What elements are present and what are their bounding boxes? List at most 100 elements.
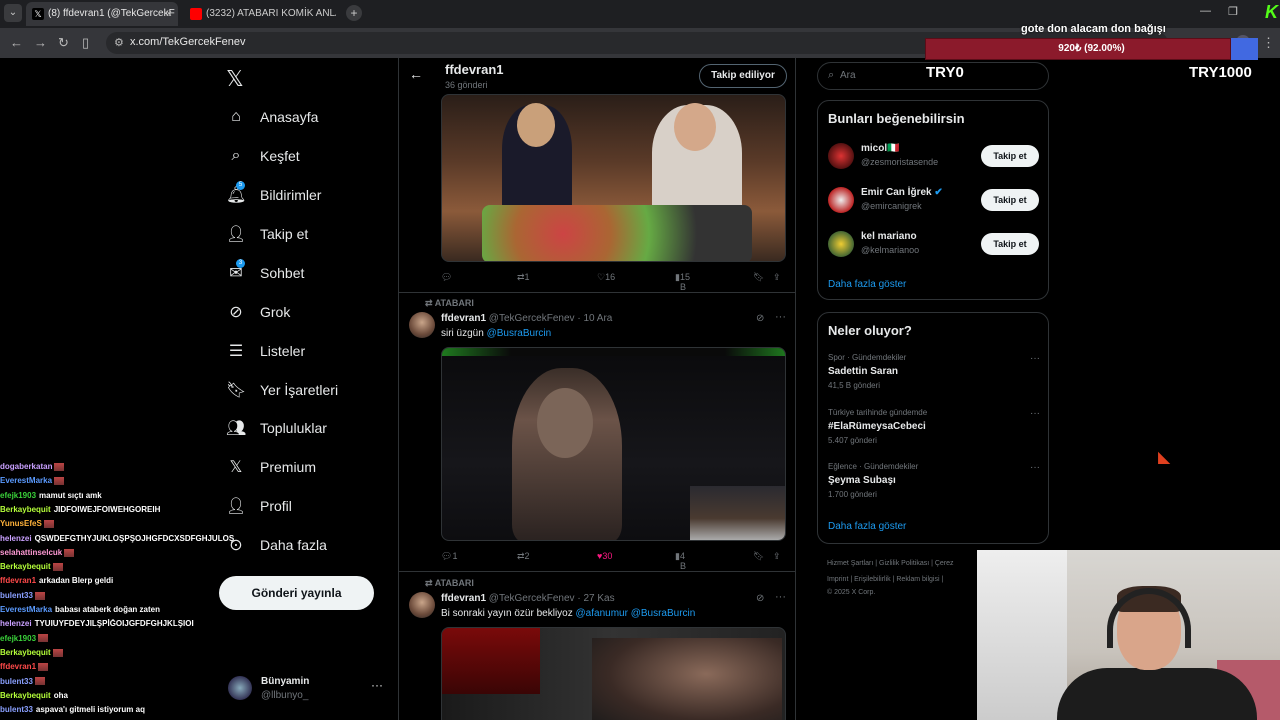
post-button[interactable]: Gönderi yayınla <box>219 576 374 610</box>
trend-item[interactable]: Türkiye tarihinde gündemde #ElaRümeysaCe… <box>828 408 1040 454</box>
views-button[interactable]: ▮ 15 B <box>675 272 690 292</box>
chat-username[interactable]: bulent33 <box>0 705 33 714</box>
restore-icon[interactable]: ❐ <box>1228 5 1238 18</box>
footer-links[interactable]: Hizmet Şartları | Gizlilik Politikası | … <box>827 560 954 567</box>
panel-title: Bunları beğenebilirsin <box>828 111 965 126</box>
reply-icon[interactable]: 💬︎ <box>441 272 452 283</box>
chat-username[interactable]: bulent33 <box>0 591 33 600</box>
close-tab-icon[interactable]: × <box>166 2 172 26</box>
repost-button[interactable]: ⇄ 2 <box>517 551 530 562</box>
more-dots-icon[interactable]: ··· <box>371 678 383 692</box>
trend-item[interactable]: Eğlence · Gündemdekiler Şeyma Subaşı 1.7… <box>828 462 1040 508</box>
chat-username[interactable]: Berkaybequit <box>0 691 51 700</box>
like-button[interactable]: ♡ 16 <box>597 272 615 283</box>
sidebar-item-bookmarks[interactable]: 🔖︎ Yer İşaretleri <box>226 375 338 405</box>
more-dots-icon[interactable]: ··· <box>775 591 786 603</box>
suggested-user[interactable]: Emir Can İğrek ✔ @emircanigrek Takip et <box>828 183 1040 217</box>
grok-icon[interactable]: ⊘ <box>756 313 764 324</box>
sidebar-item-label: Topluluklar <box>260 420 327 436</box>
sidebar-item-home[interactable]: ⌂ Anasayfa <box>226 102 318 132</box>
chat-username[interactable]: helenzei <box>0 534 32 543</box>
x-logo-icon[interactable]: 𝕏 <box>226 66 244 92</box>
tab-search-button[interactable]: ⌄ <box>4 4 22 22</box>
url-text[interactable]: x.com/TekGercekFenev <box>130 36 246 48</box>
minimize-icon[interactable]: — <box>1200 5 1211 17</box>
new-tab-button[interactable]: + <box>346 5 362 21</box>
sidebar-item-follow[interactable]: 👤︎ Takip et <box>226 219 308 249</box>
following-button[interactable]: Takip ediliyor <box>699 64 787 88</box>
back-arrow-icon[interactable]: ← <box>409 66 423 82</box>
sidebar-item-lists[interactable]: ☰ Listeler <box>226 336 305 366</box>
sidebar-item-more[interactable]: ⊙ Daha fazla <box>226 530 327 560</box>
sidebar-item-chat[interactable]: ✉ 3 Sohbet <box>226 258 304 288</box>
tweet-video[interactable] <box>441 627 786 720</box>
chat-username[interactable]: dogaberkatan <box>0 462 52 471</box>
show-more-link[interactable]: Daha fazla göster <box>828 521 906 532</box>
suggested-user[interactable]: kel mariano @kelmarianoo Takip et <box>828 227 1040 261</box>
tweet-handle[interactable]: @TekGercekFenev <box>489 593 575 604</box>
chat-username[interactable]: selahattinselcuk <box>0 548 62 557</box>
chat-username[interactable]: ffdevran1 <box>0 662 36 671</box>
tweet-date[interactable]: 10 Ara <box>583 313 612 324</box>
suggested-user[interactable]: micol🇮🇹 @zesmoristasende Takip et <box>828 139 1040 173</box>
reload-icon[interactable]: ↻ <box>58 35 69 51</box>
more-dots-icon[interactable]: ··· <box>1030 408 1040 419</box>
tweet-handle[interactable]: @TekGercekFenev <box>489 313 575 324</box>
bookmark-icon[interactable]: 🔖︎ <box>753 272 764 283</box>
avatar[interactable] <box>409 592 435 618</box>
chat-username[interactable]: Berkaybequit <box>0 505 51 514</box>
more-dots-icon[interactable]: ··· <box>1030 353 1040 364</box>
views-button[interactable]: ▮ 4 B <box>675 551 686 571</box>
reply-button[interactable]: 💬︎ 1 <box>441 551 457 562</box>
like-button[interactable]: ♥ 30 <box>597 551 612 561</box>
follow-button[interactable]: Takip et <box>981 233 1039 255</box>
notification-badge: 5 <box>236 181 245 190</box>
tweet-media-image[interactable] <box>441 94 786 262</box>
menu-icon[interactable]: ⋮ <box>1262 35 1275 51</box>
tweet-date[interactable]: 27 Kas <box>583 593 614 604</box>
forward-icon[interactable]: → <box>34 35 47 50</box>
tweet-author[interactable]: ffdevran1 <box>441 593 486 604</box>
chat-username[interactable]: Berkaybequit <box>0 562 51 571</box>
chat-username[interactable]: EverestMarka <box>0 476 52 485</box>
tab-x-profile[interactable]: 𝕏 (8) ffdevran1 (@TekGercekF × <box>26 2 178 26</box>
account-switcher[interactable]: Bünyamin @llbunyo_ ··· <box>228 674 388 704</box>
more-dots-icon[interactable]: ··· <box>1030 462 1040 473</box>
follow-button[interactable]: Takip et <box>981 145 1039 167</box>
share-icon[interactable]: ⇪ <box>773 272 781 283</box>
follow-button[interactable]: Takip et <box>981 189 1039 211</box>
grok-icon[interactable]: ⊘ <box>756 593 764 604</box>
copyright: © 2025 X Corp. <box>827 589 876 596</box>
sidebar-item-grok[interactable]: ⊘ Grok <box>226 297 290 327</box>
trend-item[interactable]: Spor · Gündemdekiler Sadettin Saran 41,5… <box>828 353 1040 399</box>
chat-username[interactable]: ffdevran1 <box>0 576 36 585</box>
tweet-author[interactable]: ffdevran1 <box>441 313 486 324</box>
sidebar-item-notifications[interactable]: 🔔︎ 5 Bildirimler <box>226 180 321 210</box>
tab-youtube[interactable]: (3232) ATABARI KOMİK ANLAR <box>184 2 336 26</box>
sidebar-item-communities[interactable]: 👥︎ Topluluklar <box>226 413 327 443</box>
chat-username[interactable]: helenzei <box>0 619 32 628</box>
more-dots-icon[interactable]: ··· <box>775 311 786 323</box>
chat-username[interactable]: YunusEfeS <box>0 519 42 528</box>
chat-username[interactable]: efejk1903 <box>0 491 36 500</box>
back-icon[interactable]: ← <box>10 35 23 50</box>
chat-username[interactable]: bulent33 <box>0 677 33 686</box>
chat-username[interactable]: Berkaybequit <box>0 648 51 657</box>
footer-links[interactable]: Imprint | Erişilebilirlik | Reklam bilgi… <box>827 576 943 583</box>
chat-message: helenzei QSWDEFGTHYJUKLOŞPŞOJHGFDCXSDFGHJ… <box>0 534 240 548</box>
view-count: 4 B <box>679 551 686 571</box>
tweet-video[interactable] <box>441 347 786 541</box>
sidebar-item-explore[interactable]: ⌕ Keşfet <box>226 141 300 171</box>
bookmark-icon[interactable]: 🔖︎ <box>753 551 764 562</box>
site-info-icon[interactable]: ⚙ <box>114 36 124 49</box>
sidebar-toggle-icon[interactable]: ▯ <box>82 35 89 51</box>
mention-link[interactable]: @afanumur @BusraBurcin <box>576 608 696 619</box>
tweet-text: siri üzgün @BusraBurcin <box>441 328 551 339</box>
share-icon[interactable]: ⇪ <box>773 551 781 562</box>
chat-username[interactable]: EverestMarka <box>0 605 52 614</box>
show-more-link[interactable]: Daha fazla göster <box>828 279 906 290</box>
mention-link[interactable]: @BusraBurcin <box>487 328 552 339</box>
chat-username[interactable]: efejk1903 <box>0 634 36 643</box>
repost-button[interactable]: ⇄ 1 <box>517 272 530 283</box>
avatar[interactable] <box>409 312 435 338</box>
